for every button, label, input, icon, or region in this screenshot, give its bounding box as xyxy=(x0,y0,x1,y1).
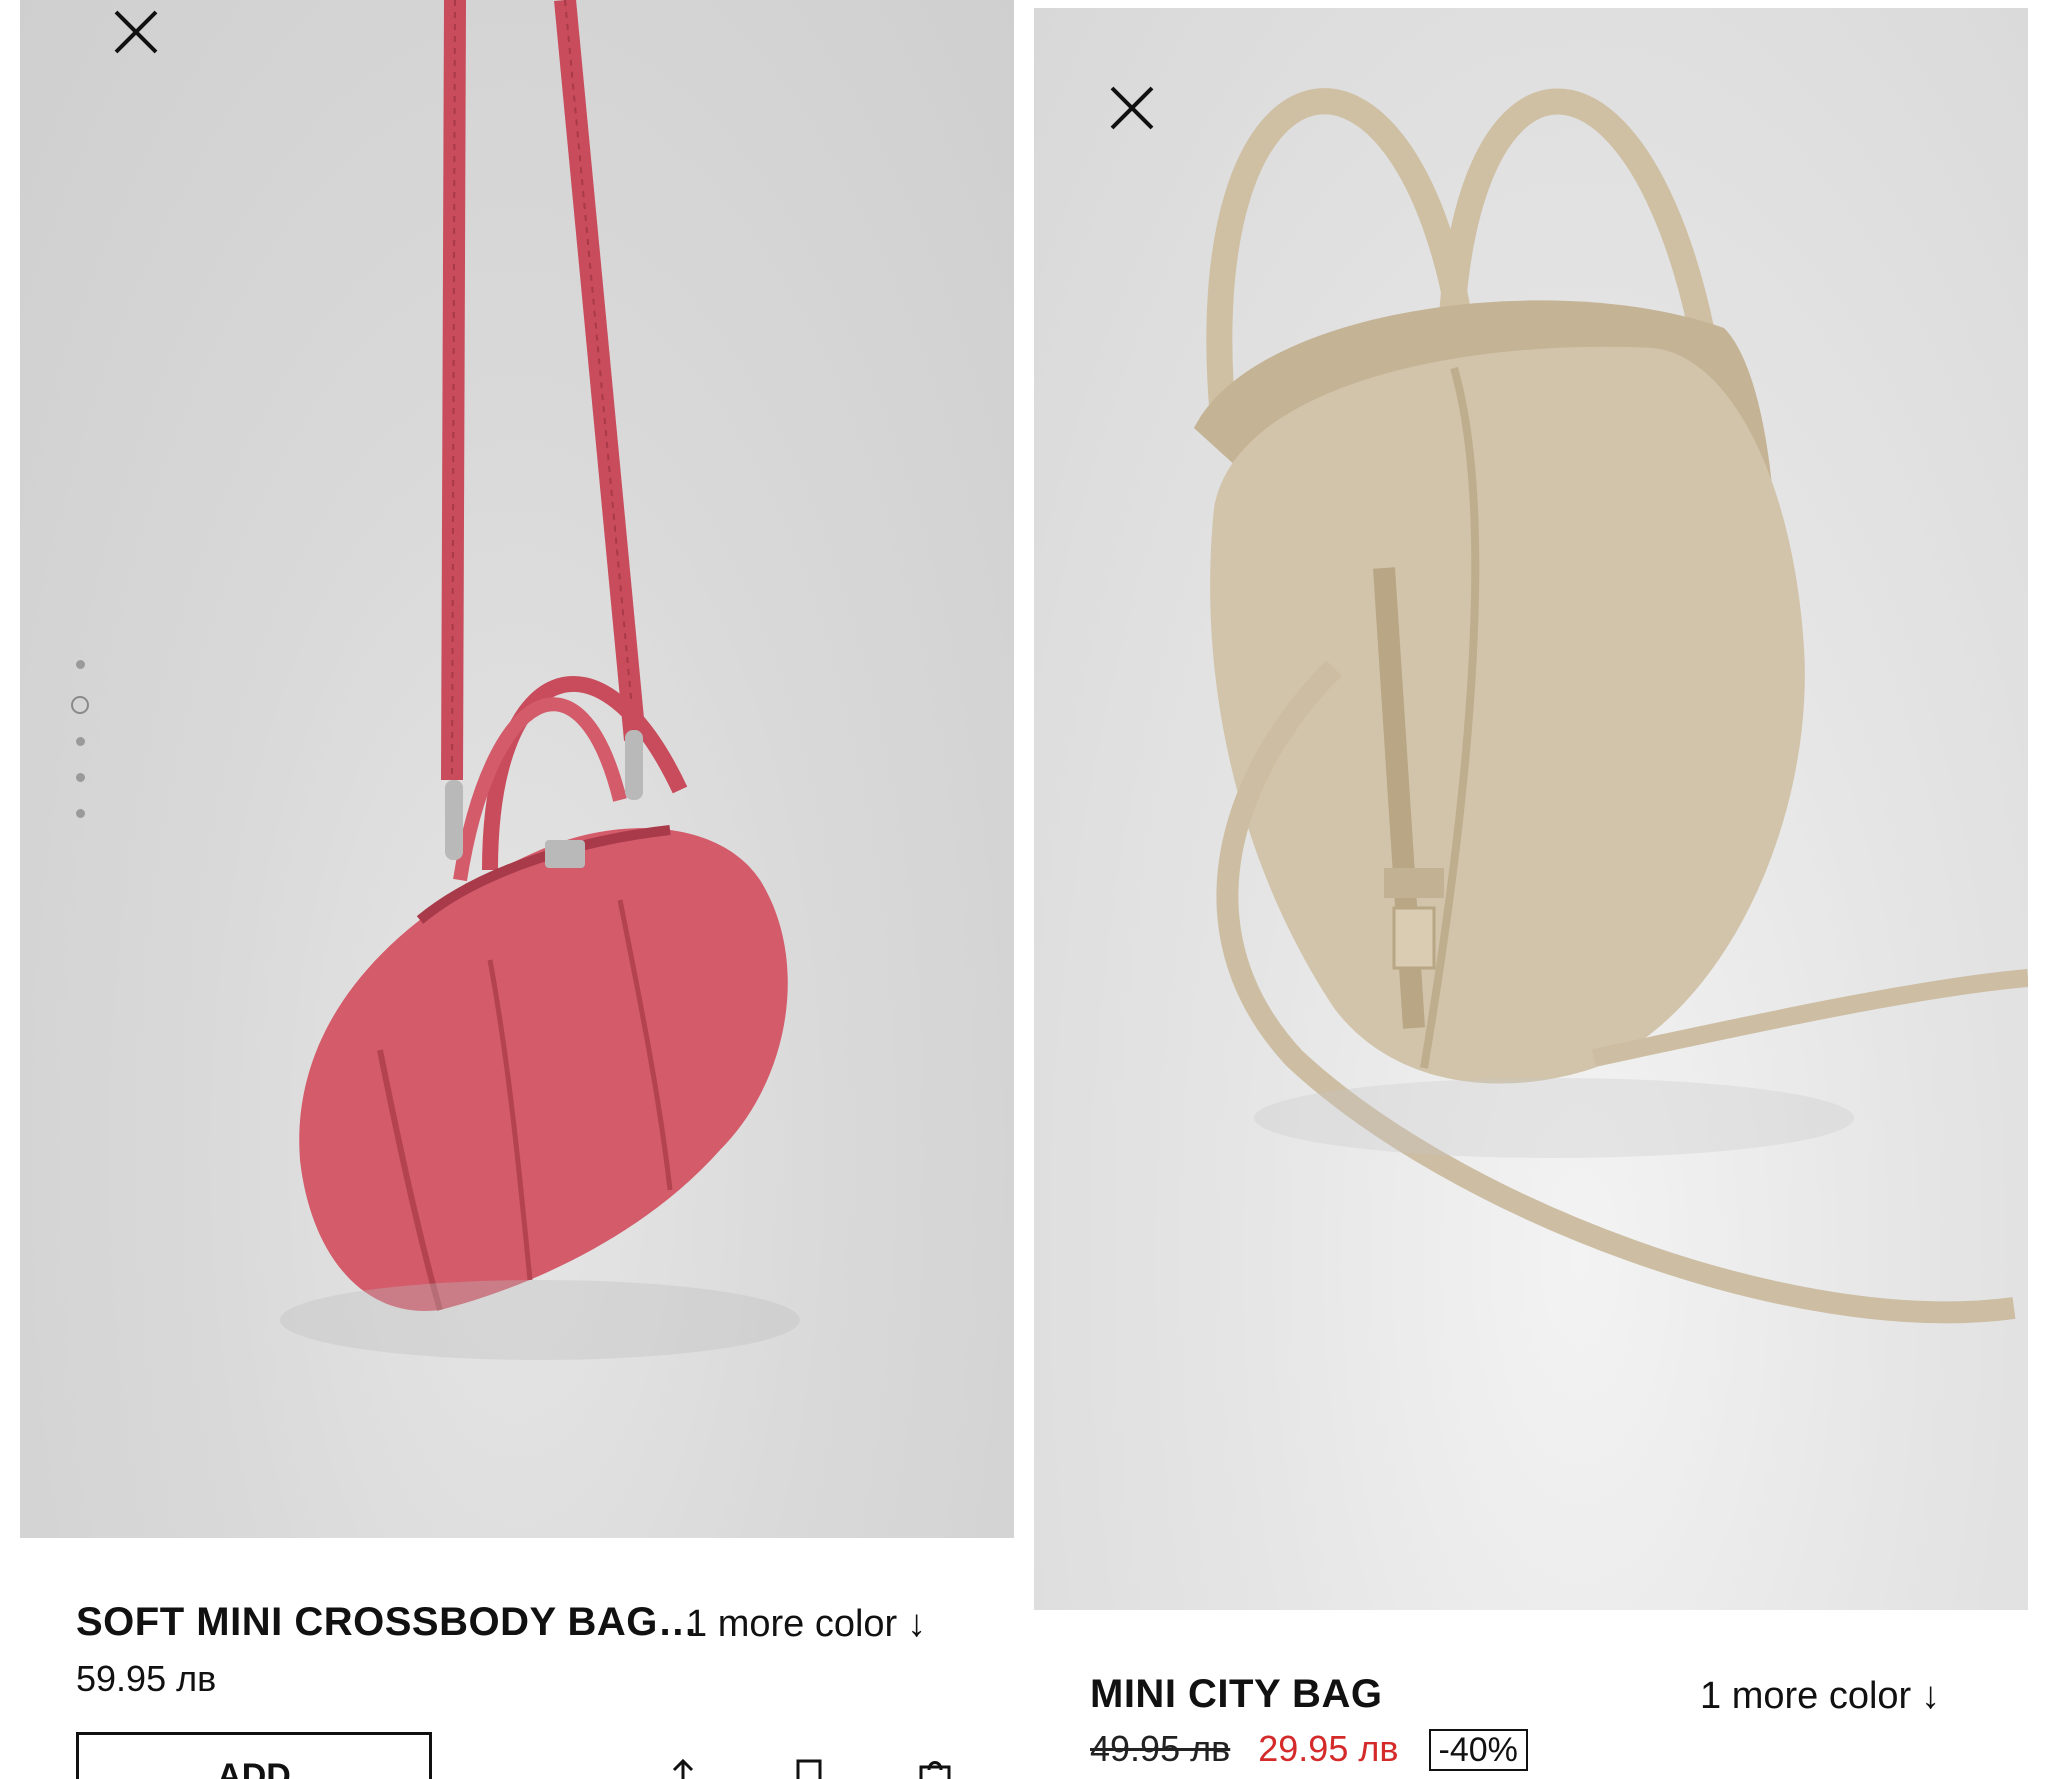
product-title[interactable]: SOFT MINI CROSSBODY BAG… xyxy=(76,1600,698,1645)
more-colors-link[interactable]: 1 more color ↓ xyxy=(686,1603,926,1646)
close-icon[interactable] xyxy=(110,6,162,58)
pagination-dot[interactable] xyxy=(75,660,85,669)
product-card-right: MINI CITY BAG 1 more color ↓ 49.95 лв 29.… xyxy=(1024,0,2048,1779)
close-icon[interactable] xyxy=(1106,82,1158,134)
more-colors-link[interactable]: 1 more color ↓ xyxy=(1700,1675,1940,1718)
share-icon[interactable] xyxy=(666,1758,700,1779)
arrow-down-icon: ↓ xyxy=(1921,1675,1941,1717)
original-price: 49.95 лв xyxy=(1090,1728,1231,1769)
product-image[interactable] xyxy=(20,0,1014,1538)
pagination-dot-active[interactable] xyxy=(71,696,89,714)
product-card-left: SOFT MINI CROSSBODY BAG… 1 more color ↓ 5… xyxy=(0,0,1024,1779)
image-pagination[interactable] xyxy=(68,660,92,845)
bag-illustration-pink xyxy=(280,0,800,1360)
product-info: SOFT MINI CROSSBODY BAG… xyxy=(76,1600,698,1645)
pagination-dot[interactable] xyxy=(75,809,85,818)
product-price: 59.95 лв xyxy=(76,1658,217,1699)
bag-illustration-beige xyxy=(1194,88,2028,1324)
product-title[interactable]: MINI CITY BAG xyxy=(1090,1672,1382,1717)
sale-price: 29.95 лв xyxy=(1258,1728,1399,1769)
pagination-dot[interactable] xyxy=(75,737,85,746)
shopping-bag-icon[interactable] xyxy=(918,1758,952,1779)
more-colors-label: 1 more color xyxy=(1700,1675,1912,1717)
product-info: MINI CITY BAG xyxy=(1090,1672,1382,1717)
discount-badge: -40% xyxy=(1428,1729,1528,1771)
add-button[interactable]: ADD xyxy=(76,1732,432,1779)
more-colors-label: 1 more color xyxy=(686,1603,898,1645)
product-image[interactable] xyxy=(1034,8,2028,1610)
arrow-down-icon: ↓ xyxy=(907,1603,927,1645)
bookmark-icon[interactable] xyxy=(792,1758,826,1779)
pagination-dot[interactable] xyxy=(75,773,85,782)
product-price: 49.95 лв 29.95 лв -40% xyxy=(1090,1728,1528,1771)
